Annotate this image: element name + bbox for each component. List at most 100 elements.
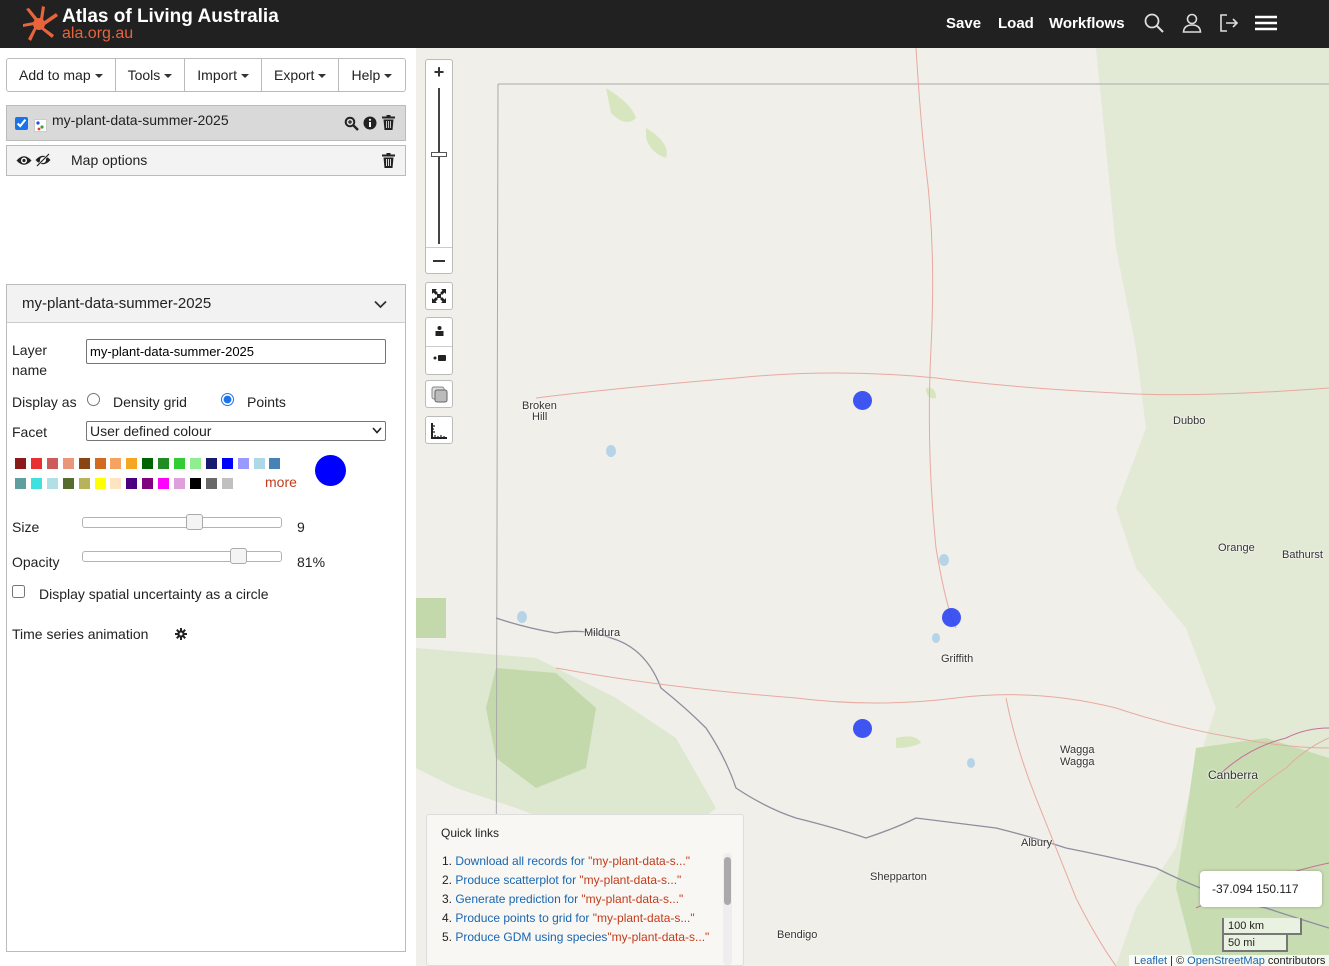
divider	[426, 346, 452, 347]
quick-link-item[interactable]: 4. Produce points to grid for "my-plant-…	[442, 911, 695, 925]
draw-point-icon[interactable]	[434, 325, 445, 337]
hamburger-menu-icon[interactable]	[1254, 11, 1278, 35]
opacity-slider[interactable]	[82, 548, 282, 564]
full-extent-button[interactable]	[425, 282, 453, 310]
color-swatch[interactable]	[237, 458, 249, 469]
quick-link-item[interactable]: 5. Produce GDM using species"my-plant-da…	[442, 930, 709, 944]
size-slider-handle[interactable]	[186, 514, 203, 530]
leaflet-link[interactable]: Leaflet	[1134, 955, 1167, 966]
color-swatch[interactable]	[253, 458, 265, 469]
color-swatch[interactable]	[46, 478, 58, 489]
color-swatch[interactable]	[110, 458, 122, 469]
color-swatch[interactable]	[30, 458, 42, 469]
left-sidebar: Add to map Tools Import Export Help my-p…	[0, 48, 416, 966]
scale-bar-km: 100 km	[1222, 918, 1302, 935]
selected-color-circle[interactable]	[315, 455, 346, 486]
points-radio[interactable]	[221, 393, 234, 406]
color-swatch[interactable]	[62, 478, 74, 489]
quick-links-title: Quick links	[441, 826, 500, 840]
map-view[interactable]: Broken Hill Mildura Griffith Dubbo Orang…	[416, 48, 1329, 966]
scrollbar-thumb[interactable]	[724, 857, 731, 905]
gear-icon[interactable]	[175, 628, 187, 640]
color-swatch[interactable]	[30, 478, 42, 489]
ala-logo[interactable]: Atlas of Living Australia ala.org.au	[22, 3, 279, 43]
color-swatch[interactable]	[110, 478, 122, 489]
search-icon[interactable]	[1142, 11, 1166, 35]
draw-line-icon[interactable]	[433, 353, 446, 363]
zoom-slider-track[interactable]	[438, 88, 440, 244]
import-menu[interactable]: Import	[185, 59, 262, 91]
help-menu[interactable]: Help	[339, 59, 404, 91]
layer-visibility-checkbox[interactable]	[15, 117, 28, 130]
color-swatch[interactable]	[142, 478, 154, 489]
measure-button[interactable]	[425, 416, 453, 444]
color-swatch[interactable]	[78, 478, 90, 489]
color-swatch[interactable]	[205, 458, 217, 469]
density-grid-radio[interactable]	[87, 393, 100, 406]
occurrence-point[interactable]	[853, 391, 872, 410]
quick-link-item[interactable]: 3. Generate prediction for "my-plant-dat…	[442, 892, 683, 906]
color-swatch[interactable]	[221, 478, 233, 489]
color-swatch[interactable]	[158, 478, 170, 489]
color-swatch[interactable]	[189, 478, 201, 489]
layers-button[interactable]	[425, 380, 453, 408]
uncertainty-checkbox[interactable]	[12, 585, 25, 598]
zoom-slider-handle[interactable]	[431, 152, 447, 157]
quick-links-scrollbar[interactable]	[723, 853, 732, 965]
color-swatch[interactable]	[15, 478, 26, 489]
add-to-map-menu[interactable]: Add to map	[7, 59, 116, 91]
color-swatch[interactable]	[205, 478, 217, 489]
color-swatch[interactable]	[78, 458, 90, 469]
quick-link-item[interactable]: 2. Produce scatterplot for "my-plant-dat…	[442, 873, 681, 887]
chevron-down-icon[interactable]	[374, 300, 387, 309]
color-swatch[interactable]	[158, 458, 170, 469]
facet-select[interactable]: User defined colour	[86, 421, 386, 441]
load-link[interactable]: Load	[998, 15, 1034, 32]
workflows-link[interactable]: Workflows	[1049, 15, 1125, 32]
color-swatch[interactable]	[94, 458, 106, 469]
color-swatch[interactable]	[221, 458, 233, 469]
ala-logo-icon	[23, 6, 58, 41]
zoom-in-button[interactable]: +	[426, 60, 452, 86]
layer-info-icon[interactable]	[363, 116, 377, 130]
color-swatch[interactable]	[174, 458, 185, 469]
logout-icon[interactable]	[1217, 11, 1241, 35]
quick-link-layer: "my-plant-data-s..."	[579, 873, 682, 887]
size-slider[interactable]	[82, 514, 282, 530]
map-options-row[interactable]: Map options	[6, 145, 406, 176]
color-swatch[interactable]	[94, 478, 106, 489]
opacity-label: Opacity	[12, 554, 60, 570]
quick-link-text: Produce GDM using species	[455, 930, 608, 944]
color-swatch[interactable]	[126, 458, 138, 469]
save-link[interactable]: Save	[946, 15, 981, 32]
hide-all-eye-slash-icon[interactable]	[35, 153, 51, 167]
delete-layer-icon[interactable]	[382, 115, 395, 130]
color-swatch[interactable]	[62, 458, 74, 469]
zoom-to-layer-icon[interactable]	[344, 116, 359, 131]
scale-bar-mi: 50 mi	[1222, 935, 1288, 952]
more-colors-link[interactable]: more	[265, 474, 297, 490]
color-swatch[interactable]	[142, 458, 154, 469]
remove-all-layers-icon[interactable]	[382, 153, 395, 168]
user-icon[interactable]	[1180, 11, 1204, 35]
layer-list-item[interactable]: my-plant-data-summer-2025	[6, 105, 406, 141]
occurrence-point[interactable]	[853, 719, 872, 738]
color-swatch[interactable]	[15, 458, 26, 469]
color-swatch[interactable]	[174, 478, 185, 489]
color-swatch[interactable]	[269, 458, 281, 469]
color-swatch[interactable]	[46, 458, 58, 469]
caret-down-icon	[164, 74, 173, 79]
openstreetmap-link[interactable]: OpenStreetMap	[1187, 955, 1265, 966]
ruler-icon	[431, 423, 447, 439]
opacity-slider-handle[interactable]	[230, 548, 247, 564]
occurrence-point[interactable]	[942, 608, 961, 627]
color-swatch[interactable]	[189, 458, 201, 469]
zoom-out-button[interactable]	[426, 247, 452, 273]
show-all-eye-icon[interactable]	[16, 154, 32, 167]
tools-menu[interactable]: Tools	[116, 59, 186, 91]
quick-link-item[interactable]: 1. Download all records for "my-plant-da…	[442, 854, 690, 868]
layer-panel-header[interactable]: my-plant-data-summer-2025	[7, 285, 405, 323]
layer-name-input[interactable]	[86, 339, 386, 364]
color-swatch[interactable]	[126, 478, 138, 489]
export-menu[interactable]: Export	[262, 59, 340, 91]
